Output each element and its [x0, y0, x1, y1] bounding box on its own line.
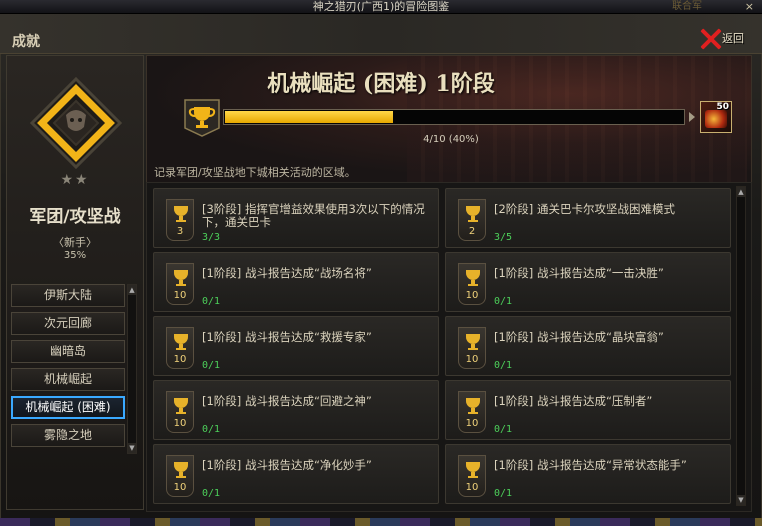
- points-badge-icon: 10: [166, 327, 194, 369]
- achievement-text: [1阶段] 战斗报告达成“一击决胜”: [494, 266, 664, 280]
- achievement-points: 10: [173, 418, 187, 429]
- achievement-text: [1阶段] 战斗报告达成“回避之神”: [202, 394, 372, 408]
- achievement-card[interactable]: 3 [3阶段] 指挥官增益效果使用3次以下的情况下，通关巴卡 3/3: [153, 188, 439, 248]
- category-description: 记录军团/攻坚战地下城相关活动的区域。: [154, 166, 356, 179]
- achievement-list: 3 [3阶段] 指挥官增益效果使用3次以下的情况下，通关巴卡 3/3 2 [2阶…: [146, 182, 752, 512]
- window-titlebar: 神之猎刃(广西1)的冒险图鉴 联合军 ×: [0, 0, 762, 14]
- scroll-up-icon[interactable]: ▲: [737, 187, 745, 197]
- nav-item-isis[interactable]: 伊斯大陆: [11, 284, 125, 307]
- close-icon[interactable]: [698, 28, 724, 50]
- category-name: 军团/攻坚战: [29, 207, 121, 227]
- reward-item-icon: [705, 110, 727, 128]
- achievement-points: 10: [465, 354, 479, 365]
- panel-title: 成就: [12, 34, 40, 50]
- progress-arrow-icon: [689, 112, 695, 122]
- nav-item-machine-rise-hard[interactable]: 机械崛起 (困难): [11, 396, 125, 419]
- achievement-card[interactable]: 10 [1阶段] 战斗报告达成“异常状态能手” 0/1: [445, 444, 731, 504]
- achievement-text: [2阶段] 通关巴卡尔攻坚战困难模式: [494, 202, 675, 216]
- reward-quantity: 50: [716, 102, 729, 112]
- achievement-text: [1阶段] 战斗报告达成“净化妙手”: [202, 458, 372, 472]
- background-text: 联合军: [672, 1, 702, 12]
- points-badge-icon: 2: [458, 199, 486, 241]
- progress-text: 4/10 (40%): [423, 134, 479, 145]
- points-badge-icon: 10: [166, 391, 194, 433]
- scroll-down-icon[interactable]: ▼: [737, 495, 745, 505]
- achievement-progress: 0/1: [494, 296, 513, 307]
- category-percent: 35%: [63, 250, 87, 261]
- achievement-card[interactable]: 10 [1阶段] 战斗报告达成“压制者” 0/1: [445, 380, 731, 440]
- nav-item-dimension-corridor[interactable]: 次元回廊: [11, 312, 125, 335]
- achievement-progress: 0/1: [494, 488, 513, 499]
- achievement-text: [1阶段] 战斗报告达成“战场名将”: [202, 266, 372, 280]
- nav-item-machine-rise[interactable]: 机械崛起: [11, 368, 125, 391]
- achievement-card[interactable]: 2 [2阶段] 通关巴卡尔攻坚战困难模式 3/5: [445, 188, 731, 248]
- window-close-icon[interactable]: ×: [745, 0, 754, 14]
- points-badge-icon: 10: [458, 391, 486, 433]
- points-badge-icon: 10: [458, 263, 486, 305]
- achievement-progress: 3/3: [202, 232, 221, 243]
- points-badge-icon: 10: [458, 455, 486, 497]
- achievement-card[interactable]: 10 [1阶段] 战斗报告达成“回避之神” 0/1: [153, 380, 439, 440]
- scroll-down-icon[interactable]: ▼: [128, 443, 136, 453]
- game-background-strip: [0, 518, 762, 526]
- achievement-progress: 0/1: [202, 424, 221, 435]
- achievement-points: 3: [176, 226, 184, 237]
- achievement-text: [1阶段] 战斗报告达成“压制者”: [494, 394, 653, 408]
- nav-item-dark-island[interactable]: 幽暗岛: [11, 340, 125, 363]
- achievement-progress: 3/5: [494, 232, 513, 243]
- points-badge-icon: 3: [166, 199, 194, 241]
- achievement-progress-bar: [223, 109, 685, 125]
- trophy-icon: [184, 99, 220, 137]
- achievement-points: 10: [173, 482, 187, 493]
- points-badge-icon: 10: [458, 327, 486, 369]
- points-badge-icon: 10: [166, 455, 194, 497]
- achievement-card[interactable]: 10 [1阶段] 战斗报告达成“战场名将” 0/1: [153, 252, 439, 312]
- achievement-card[interactable]: 10 [1阶段] 战斗报告达成“一击决胜” 0/1: [445, 252, 731, 312]
- achievement-card[interactable]: 10 [1阶段] 战斗报告达成“净化妙手” 0/1: [153, 444, 439, 504]
- achievement-points: 10: [173, 354, 187, 365]
- achievement-list-scrollbar[interactable]: ▲ ▼: [736, 186, 746, 506]
- achievement-points: 2: [468, 226, 476, 237]
- achievement-points: 10: [465, 482, 479, 493]
- achievement-progress: 0/1: [202, 360, 221, 371]
- achievement-title: 机械崛起 (困难) 1阶段: [267, 71, 495, 97]
- achievement-progress: 0/1: [202, 488, 221, 499]
- achievement-text: [1阶段] 战斗报告达成“晶块富翁”: [494, 330, 664, 344]
- nav-item-fog-land[interactable]: 雾隐之地: [11, 424, 125, 447]
- achievement-text: [3阶段] 指挥官增益效果使用3次以下的情况下，通关巴卡: [202, 202, 425, 229]
- achievement-text: [1阶段] 战斗报告达成“救援专家”: [202, 330, 372, 344]
- category-rank: 〈新手〉: [53, 236, 97, 249]
- nav-scrollbar[interactable]: ▲ ▼: [127, 284, 137, 454]
- achievement-card[interactable]: 10 [1阶段] 战斗报告达成“晶块富翁” 0/1: [445, 316, 731, 376]
- dungeon-nav-list: 伊斯大陆 次元回廊 幽暗岛 机械崛起 机械崛起 (困难) 雾隐之地: [11, 284, 127, 452]
- window-title: 神之猎刃(广西1)的冒险图鉴: [312, 0, 450, 13]
- achievement-progress: 0/1: [202, 296, 221, 307]
- achievement-progress: 0/1: [494, 360, 513, 371]
- window-header: [0, 14, 762, 54]
- achievement-points: 10: [173, 290, 187, 301]
- achievement-points: 10: [465, 418, 479, 429]
- scroll-up-icon[interactable]: ▲: [128, 285, 136, 295]
- back-button[interactable]: 返回: [722, 30, 744, 46]
- reward-item[interactable]: 50: [700, 101, 732, 133]
- achievement-card[interactable]: 10 [1阶段] 战斗报告达成“救援专家” 0/1: [153, 316, 439, 376]
- achievement-text: [1阶段] 战斗报告达成“异常状态能手”: [494, 458, 687, 472]
- achievement-progress: 0/1: [494, 424, 513, 435]
- progress-bar-fill: [225, 111, 393, 123]
- points-badge-icon: 10: [166, 263, 194, 305]
- category-stars: ★★: [60, 172, 90, 188]
- achievement-points: 10: [465, 290, 479, 301]
